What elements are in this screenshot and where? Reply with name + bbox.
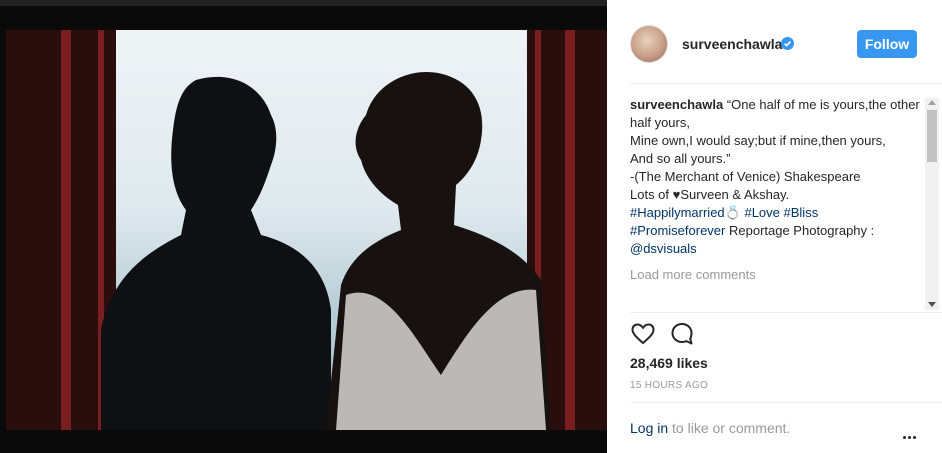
likes-count[interactable]: 28,469 likes (630, 355, 708, 371)
post-side-panel: surveenchawla Follow surveenchawla “One … (607, 0, 942, 453)
login-rest-text: to like or comment. (668, 420, 791, 436)
caption-line-6: Surveen & Akshay. (680, 187, 790, 202)
post-timestamp[interactable]: 15 HOURS AGO (630, 380, 708, 391)
avatar[interactable] (630, 25, 668, 63)
verified-badge-icon (781, 37, 794, 50)
caption-username[interactable]: surveenchawla (630, 97, 723, 112)
door-frame-left (6, 30, 116, 430)
caption-line-4: -(The Merchant of Venice) Shakespeare (630, 169, 861, 184)
actions-divider (630, 312, 942, 313)
follow-button[interactable]: Follow (857, 30, 917, 58)
mention-dsvisuals[interactable]: @dsvisuals (630, 241, 697, 256)
heart-outline-icon[interactable] (630, 321, 656, 347)
post-photo[interactable] (6, 30, 607, 430)
hashtag-love[interactable]: #Love (744, 205, 779, 220)
comment-bubble-icon[interactable] (669, 321, 695, 347)
login-link[interactable]: Log in (630, 420, 668, 436)
scroll-up-arrow-icon[interactable] (928, 100, 936, 105)
post-photo-area[interactable] (0, 0, 607, 453)
scroll-thumb[interactable] (927, 110, 937, 162)
caption-line-5: Lots of (630, 187, 673, 202)
load-more-comments-link[interactable]: Load more comments (630, 266, 920, 284)
hashtag-happilymarried[interactable]: #Happilymarried (630, 205, 725, 220)
comments-scrollbar[interactable] (925, 98, 939, 310)
caption-line-3: And so all yours.” (630, 151, 731, 166)
groom-silhouette (101, 76, 331, 430)
hashtag-bliss[interactable]: #Bliss (784, 205, 819, 220)
photo-credit-text: Reportage Photography : (725, 223, 875, 238)
caption: surveenchawla “One half of me is yours,t… (630, 96, 920, 258)
scroll-down-arrow-icon[interactable] (928, 302, 936, 307)
caption-comments-list[interactable]: surveenchawla “One half of me is yours,t… (630, 96, 920, 308)
footer-divider (630, 402, 942, 403)
header-divider (630, 83, 942, 84)
ring-emoji-icon: 💍 (724, 205, 741, 220)
header-username[interactable]: surveenchawla (682, 36, 782, 52)
hashtag-promiseforever[interactable]: #Promiseforever (630, 223, 725, 238)
bride-silhouette (326, 71, 551, 430)
caption-line-2: Mine own,I would say;but if mine,then yo… (630, 133, 886, 148)
top-strip (0, 0, 607, 6)
login-prompt: Log in to like or comment. (630, 420, 790, 436)
more-options-icon[interactable] (903, 426, 919, 439)
post-header: surveenchawla Follow (607, 0, 942, 84)
